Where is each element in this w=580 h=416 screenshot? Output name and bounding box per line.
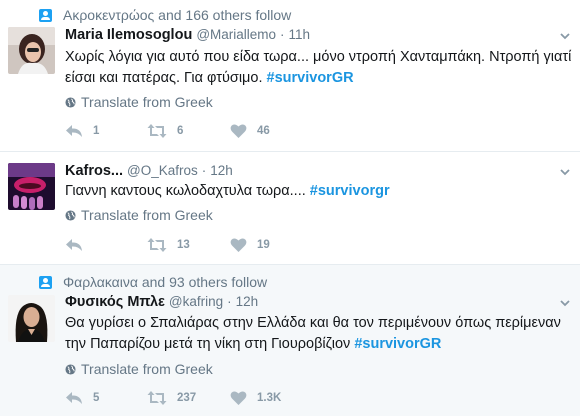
- tweet-item[interactable]: Ακροκεντρώος and 166 others follow Maria…: [0, 0, 580, 152]
- heart-icon: [230, 124, 247, 138]
- like-count: 19: [257, 239, 270, 251]
- avatar[interactable]: [8, 27, 55, 74]
- globe-icon: [65, 209, 76, 221]
- like-button[interactable]: 19: [230, 236, 270, 254]
- like-count: 46: [257, 125, 270, 137]
- hashtag-link[interactable]: #survivorgr: [310, 183, 390, 199]
- avatar[interactable]: [8, 295, 55, 342]
- translate-label: Translate from Greek: [81, 207, 213, 223]
- author-name[interactable]: Kafros...: [65, 163, 123, 179]
- social-context: Ακροκεντρώος and 166 others follow: [39, 6, 291, 24]
- translate-label: Translate from Greek: [81, 94, 213, 110]
- author-handle[interactable]: @O_Kafros: [127, 163, 198, 178]
- heart-icon: [230, 238, 247, 252]
- chevron-down-icon[interactable]: [559, 166, 571, 178]
- separator-dot: ·: [280, 27, 285, 42]
- reply-icon: [66, 125, 82, 137]
- like-button[interactable]: 46: [230, 122, 270, 140]
- like-count: 1.3K: [257, 392, 282, 404]
- retweet-button[interactable]: 13: [147, 236, 190, 254]
- social-context: Φαρλακαινα and 93 others follow: [39, 273, 267, 291]
- avatar[interactable]: [8, 163, 55, 210]
- retweet-icon: [147, 391, 167, 405]
- retweet-button[interactable]: 6: [147, 122, 183, 140]
- retweet-count: 237: [177, 392, 197, 404]
- hashtag-link[interactable]: #survivorGR: [354, 336, 441, 352]
- globe-icon: [65, 363, 76, 375]
- tweet-item[interactable]: Φαρλακαινα and 93 others follow Φυσικός …: [0, 265, 580, 416]
- tweet-text: Θα γυρίσει ο Σπαλιάρας στην Ελλάδα και θ…: [65, 313, 575, 355]
- author-handle[interactable]: @Mariallemo: [196, 27, 276, 42]
- retweet-count: 13: [177, 239, 190, 251]
- translate-link[interactable]: Translate from Greek: [65, 207, 213, 223]
- tweet-text: Χωρίς λόγια για αυτό που είδα τωρα... μό…: [65, 47, 575, 89]
- timestamp[interactable]: 12h: [236, 294, 259, 309]
- reply-count: 1: [93, 125, 100, 137]
- separator-dot: ·: [227, 294, 232, 309]
- reply-count: 5: [93, 392, 100, 404]
- reply-button[interactable]: [65, 236, 93, 254]
- social-context-text: Ακροκεντρώος and 166 others follow: [63, 7, 292, 23]
- reply-icon: [66, 239, 82, 251]
- timestamp[interactable]: 12h: [210, 163, 233, 178]
- globe-icon: [65, 96, 76, 108]
- retweet-button[interactable]: 237: [147, 389, 196, 407]
- tweet-body: Θα γυρίσει ο Σπαλιάρας στην Ελλάδα και θ…: [65, 315, 561, 352]
- chevron-down-icon[interactable]: [559, 297, 571, 309]
- chevron-down-icon[interactable]: [559, 30, 571, 42]
- retweet-count: 6: [177, 125, 184, 137]
- translate-label: Translate from Greek: [81, 361, 213, 377]
- author-name[interactable]: Φυσικός Μπλε: [65, 294, 165, 310]
- person-follow-icon: [39, 8, 52, 22]
- translate-link[interactable]: Translate from Greek: [65, 361, 213, 377]
- separator-dot: ·: [201, 163, 207, 178]
- tweet-text: Γιαννη καντους κωλοδαχτυλα τωρα.... #sur…: [65, 181, 575, 202]
- timeline: Ακροκεντρώος and 166 others follow Maria…: [0, 0, 580, 416]
- retweet-icon: [147, 124, 167, 138]
- person-follow-icon: [39, 275, 52, 289]
- social-context-text: Φαρλακαινα and 93 others follow: [63, 274, 268, 290]
- like-button[interactable]: 1.3K: [230, 389, 281, 407]
- reply-button[interactable]: 1: [65, 122, 99, 140]
- retweet-icon: [147, 238, 167, 252]
- heart-icon: [230, 391, 247, 405]
- author-handle[interactable]: @kafring: [169, 294, 223, 309]
- reply-icon: [66, 392, 82, 404]
- timestamp[interactable]: 11h: [289, 27, 311, 42]
- reply-button[interactable]: 5: [65, 389, 99, 407]
- author-name[interactable]: Maria Ilemosoglou: [65, 27, 192, 43]
- tweet-body: Γιαννη καντους κωλοδαχτυλα τωρα....: [65, 183, 310, 199]
- tweet-item[interactable]: Kafros... @O_Kafros · 12h Γιαννη καντους…: [0, 152, 580, 265]
- hashtag-link[interactable]: #survivorGR: [267, 70, 354, 86]
- translate-link[interactable]: Translate from Greek: [65, 94, 213, 110]
